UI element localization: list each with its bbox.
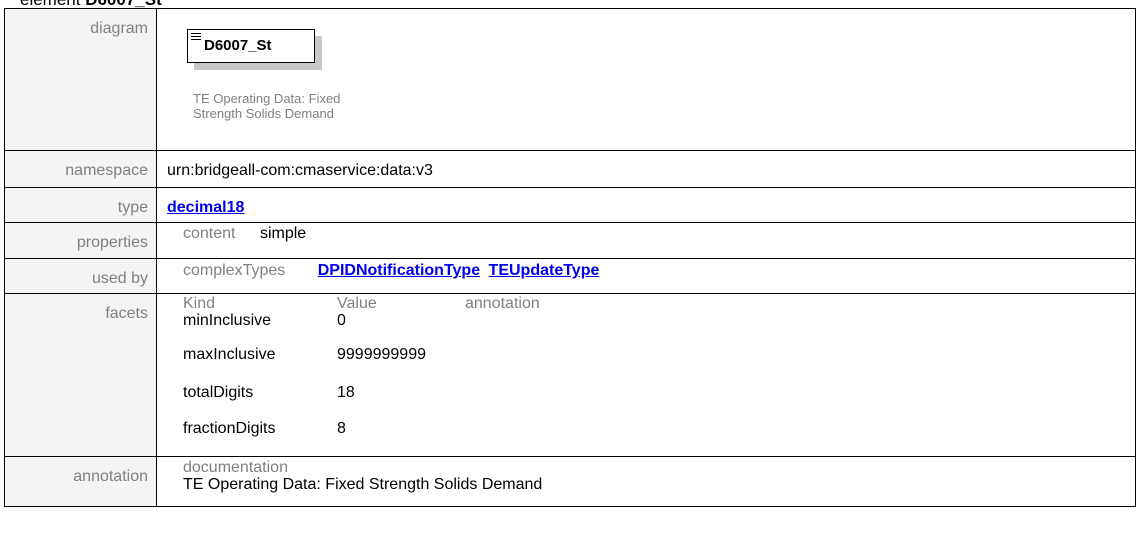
annotation-value: documentation TE Operating Data: Fixed S…: [156, 456, 1136, 507]
label-annotation: annotation: [4, 456, 157, 507]
type-value: decimal18: [156, 187, 1136, 223]
element-doc-table: diagram D6007_St TE Operating Data: Fixe…: [4, 8, 1136, 507]
label-namespace: namespace: [4, 150, 157, 188]
facet-row: maxInclusive 9999999999: [183, 346, 540, 384]
facets-header-value: Value: [337, 295, 377, 312]
label-diagram: diagram: [4, 8, 157, 151]
diagram: D6007_St TE Operating Data: Fixed Streng…: [167, 9, 1135, 129]
row-namespace: namespace urn:bridgeall-com:cmaservice:d…: [4, 150, 1136, 188]
label-type: type: [4, 187, 157, 223]
facets-table: Kind Value annotation minInclusive 0 max…: [183, 296, 540, 450]
link-dpid-notification-type[interactable]: DPIDNotificationType: [318, 262, 480, 279]
row-used-by: used by complexTypes DPIDNotificationTyp…: [4, 258, 1136, 294]
annotation-documentation: TE Operating Data: Fixed Strength Solids…: [183, 476, 543, 493]
annotation-key: documentation: [183, 459, 288, 476]
element-node-name: D6007_St: [204, 37, 272, 54]
element-list-icon: [191, 33, 201, 42]
facet-kind: maxInclusive: [183, 346, 276, 363]
facet-value: 18: [337, 384, 355, 401]
facet-kind: minInclusive: [183, 312, 272, 329]
facet-value: 0: [337, 312, 346, 329]
facets-header-annotation: annotation: [465, 295, 540, 312]
label-facets: facets: [4, 293, 157, 457]
row-diagram: diagram D6007_St TE Operating Data: Fixe…: [4, 8, 1136, 151]
used-by-key: complexTypes: [183, 262, 286, 279]
element-node[interactable]: D6007_St: [187, 29, 315, 63]
label-used-by: used by: [4, 258, 157, 294]
facet-value: 9999999999: [337, 346, 426, 363]
type-link[interactable]: decimal18: [167, 199, 244, 216]
used-by-value: complexTypes DPIDNotificationType TEUpda…: [156, 258, 1136, 294]
link-te-update-type[interactable]: TEUpdateType: [489, 262, 600, 279]
facet-value: 8: [337, 420, 346, 437]
row-facets: facets Kind Value annotation minInclusiv…: [4, 293, 1136, 457]
properties-content-value: simple: [259, 225, 307, 242]
facet-row: totalDigits 18: [183, 384, 540, 420]
row-type: type decimal18: [4, 187, 1136, 223]
diagram-caption: TE Operating Data: Fixed Strength Solids…: [193, 91, 341, 121]
row-properties: properties content simple: [4, 222, 1136, 259]
facet-kind: totalDigits: [183, 384, 254, 401]
row-annotation: annotation documentation TE Operating Da…: [4, 456, 1136, 507]
facet-row: fractionDigits 8: [183, 420, 540, 450]
properties-value: content simple: [156, 222, 1136, 259]
facet-row: minInclusive 0: [183, 312, 540, 346]
facet-kind: fractionDigits: [183, 420, 276, 437]
label-properties: properties: [4, 222, 157, 259]
facets-header: Kind Value annotation: [183, 296, 540, 312]
facets-header-kind: Kind: [183, 295, 216, 312]
diagram-cell: D6007_St TE Operating Data: Fixed Streng…: [156, 8, 1136, 151]
facets-value: Kind Value annotation minInclusive 0 max…: [156, 293, 1136, 457]
properties-key: content: [183, 225, 236, 242]
namespace-value: urn:bridgeall-com:cmaservice:data:v3: [156, 150, 1136, 188]
